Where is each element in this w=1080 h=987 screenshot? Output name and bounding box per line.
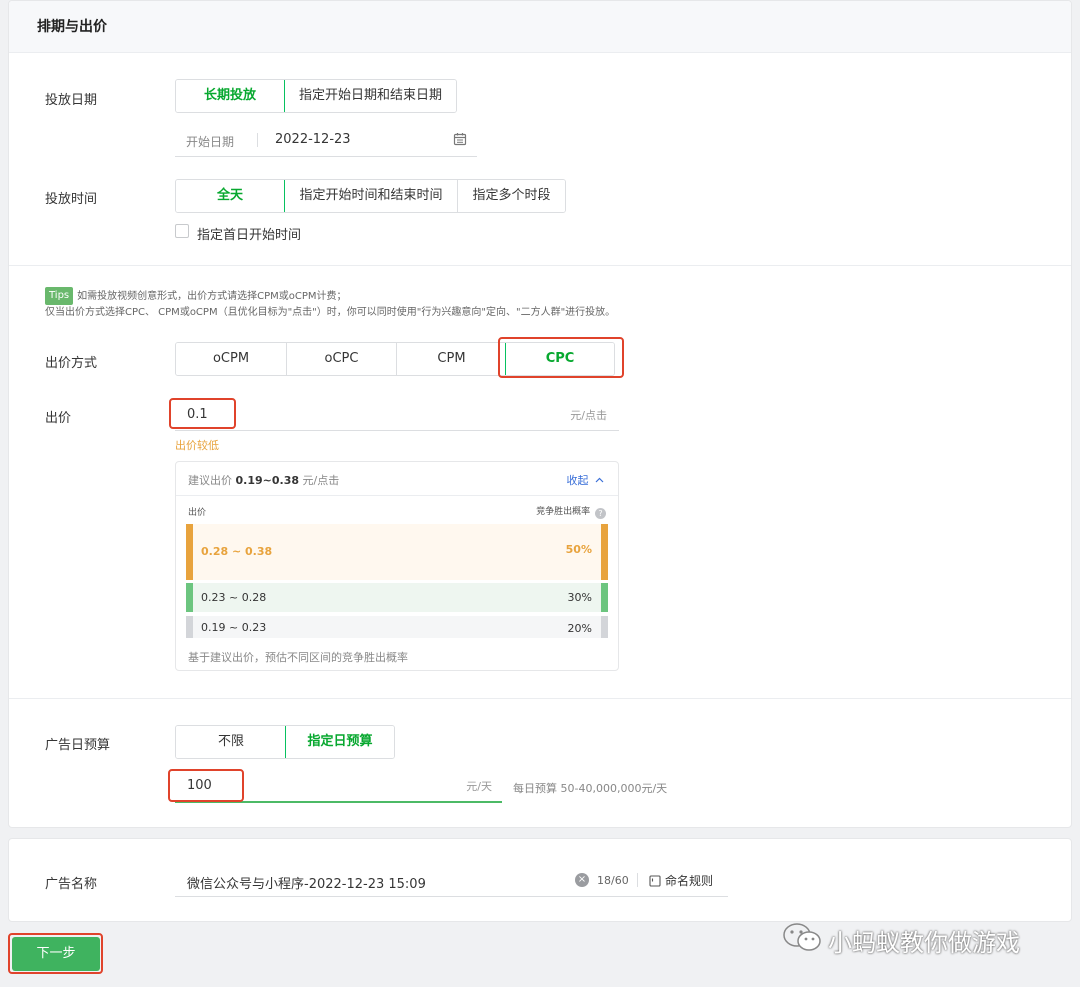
tips-block: Tips 如需投放视频创意形式，出价方式请选择CPM或oCPM计费； 仅当出价方式… — [45, 287, 615, 321]
suggest-footnote: 基于建议出价，预估不同区间的竞争胜出概率 — [188, 651, 408, 664]
bid-unit: 元/点击 — [570, 409, 607, 422]
bid-warning: 出价较低 — [175, 439, 219, 452]
budget-hint: 每日预算 50-40,000,000元/天 — [513, 782, 668, 795]
row-rate: 20% — [567, 622, 592, 635]
bid-range-row: 0.23 ~ 0.28 30% — [186, 583, 608, 612]
bid-method-label: 出价方式 — [45, 356, 98, 371]
start-date-label: 开始日期 — [186, 135, 235, 149]
time-option-multi[interactable]: 指定多个时段 — [457, 180, 565, 212]
divider — [9, 698, 1071, 699]
schedule-bid-card: 排期与出价 投放日期 长期投放 指定开始日期和结束日期 开始日期 2022-12… — [8, 0, 1072, 828]
tips-line-2: 仅当出价方式选择CPC、 CPM或oCPM（且优化目标为"点击"）时，你可以同时… — [45, 307, 616, 318]
bid-option-ocpm[interactable]: oCPM — [176, 343, 286, 375]
suggest-title-prefix: 建议出价 — [188, 474, 232, 487]
naming-rule-link[interactable]: 命名规则 — [649, 872, 713, 890]
budget-option-unlimited[interactable]: 不限 — [176, 726, 286, 758]
divider — [9, 265, 1071, 266]
col-rate-label: 竞争胜出概率 — [536, 507, 591, 517]
start-date-field[interactable]: 开始日期 2022-12-23 — [175, 123, 477, 157]
tips-line-1: 如需投放视频创意形式，出价方式请选择CPM或oCPM计费； — [77, 291, 347, 302]
divider — [637, 873, 638, 887]
highlight-box — [8, 933, 103, 974]
highlight-box — [169, 398, 236, 429]
row-rate: 50% — [565, 543, 592, 556]
first-day-checkbox[interactable] — [175, 224, 189, 238]
chevron-up-icon — [595, 473, 604, 486]
row-bar-right — [601, 583, 608, 612]
bid-label: 出价 — [45, 411, 72, 426]
date-label: 投放日期 — [45, 93, 98, 108]
col-bid-header: 出价 — [188, 508, 207, 518]
date-option-long-term[interactable]: 长期投放 — [176, 80, 285, 112]
rule-icon — [649, 875, 661, 890]
time-option-all-day[interactable]: 全天 — [176, 180, 285, 212]
budget-option-daily[interactable]: 指定日预算 — [285, 726, 394, 758]
row-bar-right — [601, 616, 608, 638]
bid-option-cpc[interactable]: CPC — [505, 343, 614, 375]
suggest-title: 建议出价 0.19~0.38 元/点击 — [188, 472, 339, 488]
help-icon[interactable]: ? — [595, 508, 606, 519]
naming-rule-label: 命名规则 — [665, 874, 714, 888]
row-range: 0.23 ~ 0.28 — [201, 591, 267, 604]
time-option-range[interactable]: 指定开始时间和结束时间 — [284, 180, 457, 212]
row-bar-right — [601, 524, 608, 580]
time-mode-selector: 全天 指定开始时间和结束时间 指定多个时段 — [175, 179, 566, 213]
bid-method-selector: oCPM oCPC CPM CPC — [175, 342, 615, 376]
budget-unit: 元/天 — [466, 780, 492, 793]
time-label: 投放时间 — [45, 192, 98, 207]
first-day-checkbox-label: 指定首日开始时间 — [197, 228, 302, 243]
calendar-icon[interactable] — [453, 132, 467, 150]
ad-name-input[interactable]: 微信公众号与小程序-2022-12-23 15:09 × 18/60 命名规则 — [175, 863, 728, 897]
row-range: 0.19 ~ 0.23 — [201, 621, 267, 634]
bid-range-row: 0.19 ~ 0.23 20% — [186, 616, 608, 638]
start-date-value: 2022-12-23 — [275, 132, 351, 147]
bid-option-ocpc[interactable]: oCPC — [286, 343, 396, 375]
row-range: 0.28 ~ 0.38 — [201, 545, 273, 558]
ad-name-card: 广告名称 微信公众号与小程序-2022-12-23 15:09 × 18/60 … — [8, 838, 1072, 922]
collapse-toggle[interactable]: 收起 — [567, 472, 605, 488]
bid-option-cpm[interactable]: CPM — [396, 343, 506, 375]
budget-label: 广告日预算 — [45, 738, 111, 753]
row-rate: 30% — [567, 591, 592, 604]
wechat-icon — [782, 921, 822, 959]
char-count: 18/60 — [597, 874, 629, 887]
divider — [176, 495, 618, 496]
bid-range-row: 0.28 ~ 0.38 50% — [186, 524, 608, 580]
row-bar-left — [186, 583, 193, 612]
section-title: 排期与出价 — [9, 1, 1071, 53]
ad-name-label: 广告名称 — [45, 877, 98, 892]
row-bar-left — [186, 524, 193, 580]
suggested-bid-panel: 建议出价 0.19~0.38 元/点击 收起 出价 竞争胜出概率 ? 0.28 … — [175, 461, 619, 671]
col-rate-header: 竞争胜出概率 ? — [536, 504, 606, 519]
clear-icon[interactable]: × — [575, 873, 589, 887]
collapse-label: 收起 — [566, 474, 589, 487]
date-mode-selector: 长期投放 指定开始日期和结束日期 — [175, 79, 457, 113]
watermark-text: 小蚂蚁教你做游戏 — [828, 928, 1020, 957]
date-option-range[interactable]: 指定开始日期和结束日期 — [284, 80, 456, 112]
suggest-unit: 元/点击 — [302, 474, 340, 487]
row-bar-left — [186, 616, 193, 638]
highlight-box — [168, 769, 244, 802]
ad-name-value: 微信公众号与小程序-2022-12-23 15:09 — [187, 877, 426, 892]
watermark: 小蚂蚁教你做游戏 — [782, 922, 1020, 958]
tips-badge: Tips — [45, 287, 74, 305]
divider — [257, 133, 258, 147]
budget-mode-selector: 不限 指定日预算 — [175, 725, 395, 759]
suggest-range: 0.19~0.38 — [235, 474, 300, 487]
bid-input[interactable]: 0.1 元/点击 — [175, 397, 619, 431]
